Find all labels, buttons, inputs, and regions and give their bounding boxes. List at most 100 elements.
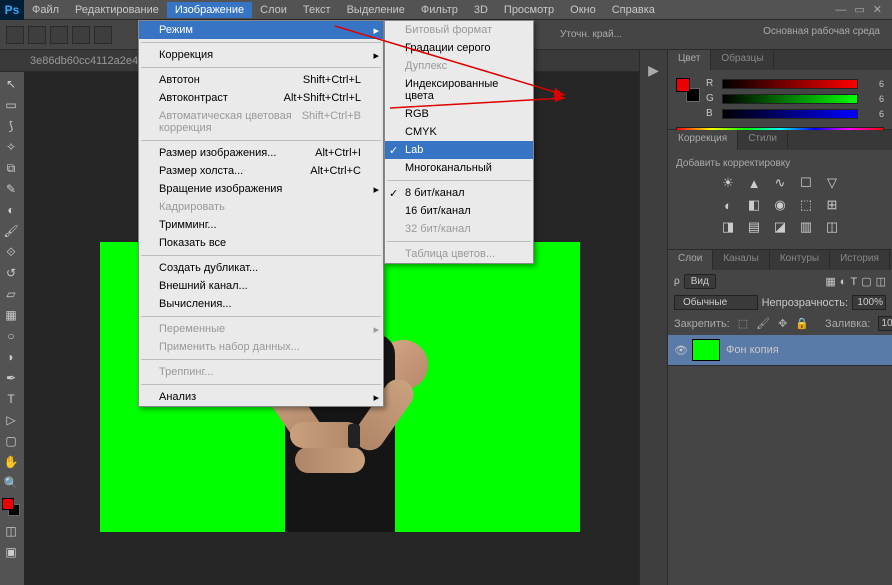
gradient-tool-icon[interactable]: ▦ bbox=[0, 305, 22, 325]
menuitem[interactable]: Тримминг... bbox=[139, 216, 383, 234]
history-brush-icon[interactable]: ↺ bbox=[0, 263, 22, 283]
tab-channels[interactable]: Каналы bbox=[713, 250, 770, 270]
dodge-tool-icon[interactable]: ◗ bbox=[0, 347, 22, 367]
menuitem[interactable]: 8 бит/канал✓ bbox=[385, 184, 533, 202]
marquee-icon[interactable] bbox=[6, 26, 24, 44]
menu-слои[interactable]: Слои bbox=[252, 2, 295, 18]
threshold-icon[interactable]: ◪ bbox=[772, 219, 788, 235]
blend-mode-dropdown[interactable]: Обычные bbox=[674, 295, 758, 310]
menu-изображение[interactable]: Изображение bbox=[167, 2, 252, 18]
tab-color[interactable]: Цвет bbox=[668, 50, 711, 70]
zoom-tool-icon[interactable]: 🔍 bbox=[0, 473, 22, 493]
r-value[interactable]: 6 bbox=[864, 79, 884, 89]
opt-btn[interactable] bbox=[50, 26, 68, 44]
menuitem[interactable]: Lab✓ bbox=[385, 141, 533, 159]
menu-файл[interactable]: Файл bbox=[24, 2, 67, 18]
filter-smart-icon[interactable]: ◫ bbox=[876, 275, 886, 288]
selective-icon[interactable]: ◫ bbox=[824, 219, 840, 235]
menuitem[interactable]: АвтоконтрастAlt+Shift+Ctrl+L bbox=[139, 89, 383, 107]
move-tool-icon[interactable]: ↖ bbox=[0, 74, 22, 94]
menuitem[interactable]: Градации серого bbox=[385, 39, 533, 57]
invert-icon[interactable]: ◨ bbox=[720, 219, 736, 235]
menu-выделение[interactable]: Выделение bbox=[339, 2, 413, 18]
menuitem[interactable]: Анализ▸ bbox=[139, 388, 383, 406]
menuitem[interactable]: Вращение изображения▸ bbox=[139, 180, 383, 198]
poster-icon[interactable]: ▤ bbox=[746, 219, 762, 235]
menuitem[interactable]: Режим▸ bbox=[139, 21, 383, 39]
window-controls[interactable]: — ▭ ✕ bbox=[835, 3, 892, 16]
menuitem[interactable]: Показать все bbox=[139, 234, 383, 252]
menuitem[interactable]: Внешний канал... bbox=[139, 277, 383, 295]
screenmode-icon[interactable]: ▣ bbox=[0, 542, 22, 562]
menuitem[interactable]: Многоканальный bbox=[385, 159, 533, 177]
menu-просмотр[interactable]: Просмотр bbox=[496, 2, 562, 18]
layer-kind-dropdown[interactable]: Вид bbox=[684, 274, 716, 289]
eyedropper-tool-icon[interactable]: ✎ bbox=[0, 179, 22, 199]
brush-tool-icon[interactable]: 🖌 bbox=[0, 221, 22, 241]
color-swatch[interactable] bbox=[2, 498, 20, 516]
refine-edge-button[interactable]: Уточн. край... bbox=[560, 29, 622, 40]
blur-tool-icon[interactable]: ○ bbox=[0, 326, 22, 346]
b-value[interactable]: 6 bbox=[864, 109, 884, 119]
wand-tool-icon[interactable]: ✧ bbox=[0, 137, 22, 157]
menu-фильтр[interactable]: Фильтр bbox=[413, 2, 466, 18]
crop-tool-icon[interactable]: ⧉ bbox=[0, 158, 22, 178]
lock-all-icon[interactable]: 🔒 bbox=[795, 317, 809, 330]
filter-type-icon[interactable]: T bbox=[850, 276, 857, 288]
workspace-label[interactable]: Основная рабочая среда bbox=[763, 26, 880, 37]
gradient-map-icon[interactable]: ▥ bbox=[798, 219, 814, 235]
tab-layers[interactable]: Слои bbox=[668, 250, 713, 270]
menuitem[interactable]: 16 бит/канал bbox=[385, 202, 533, 220]
tab-paths[interactable]: Контуры bbox=[770, 250, 830, 270]
tab-history[interactable]: История bbox=[830, 250, 890, 270]
menuitem[interactable]: Коррекция▸ bbox=[139, 46, 383, 64]
mixer-icon[interactable]: ⬚ bbox=[798, 197, 814, 213]
opt-btn[interactable] bbox=[72, 26, 90, 44]
menuitem[interactable]: CMYK bbox=[385, 123, 533, 141]
menuitem[interactable]: Размер изображения...Alt+Ctrl+I bbox=[139, 144, 383, 162]
mode-submenu-dropdown[interactable]: Битовый форматГрадации серогоДуплексИнде… bbox=[384, 20, 534, 264]
pen-tool-icon[interactable]: ✒ bbox=[0, 368, 22, 388]
fg-color-icon[interactable] bbox=[676, 78, 690, 92]
menu-редактирование[interactable]: Редактирование bbox=[67, 2, 167, 18]
lock-transp-icon[interactable]: ⬚ bbox=[738, 317, 748, 330]
tab-styles[interactable]: Стили bbox=[738, 130, 788, 150]
type-tool-icon[interactable]: T bbox=[0, 389, 22, 409]
lasso-tool-icon[interactable]: ⟆ bbox=[0, 116, 22, 136]
quickmask-icon[interactable]: ◫ bbox=[0, 521, 22, 541]
b-slider[interactable] bbox=[722, 109, 858, 119]
hue-icon[interactable]: ◐ bbox=[720, 197, 736, 213]
menuitem[interactable]: Вычисления... bbox=[139, 295, 383, 313]
stamp-tool-icon[interactable]: ⟐ bbox=[0, 242, 22, 262]
menuitem[interactable]: Размер холста...Alt+Ctrl+C bbox=[139, 162, 383, 180]
layer-row[interactable]: 👁 Фон копия bbox=[668, 335, 892, 365]
curves-icon[interactable]: ∿ bbox=[772, 175, 788, 191]
menu-справка[interactable]: Справка bbox=[604, 2, 663, 18]
menuitem[interactable]: АвтотонShift+Ctrl+L bbox=[139, 71, 383, 89]
eye-icon[interactable]: 👁 bbox=[674, 344, 686, 356]
photo-filter-icon[interactable]: ◉ bbox=[772, 197, 788, 213]
fill-input[interactable]: 100% bbox=[878, 316, 892, 331]
menu-текст[interactable]: Текст bbox=[295, 2, 339, 18]
opt-btn[interactable] bbox=[28, 26, 46, 44]
healing-tool-icon[interactable]: ◐ bbox=[0, 200, 22, 220]
close-icon[interactable]: ✕ bbox=[873, 3, 882, 16]
tab-swatches[interactable]: Образцы bbox=[711, 50, 774, 70]
g-slider[interactable] bbox=[722, 94, 858, 104]
menu-3d[interactable]: 3D bbox=[466, 2, 496, 18]
tab-adjustments[interactable]: Коррекция bbox=[668, 130, 738, 150]
image-menu-dropdown[interactable]: Режим▸ Коррекция▸ АвтотонShift+Ctrl+LАвток… bbox=[138, 20, 384, 407]
hand-tool-icon[interactable]: ✋ bbox=[0, 452, 22, 472]
menuitem[interactable]: Индексированные цвета bbox=[385, 75, 533, 105]
r-slider[interactable] bbox=[722, 79, 858, 89]
brightness-icon[interactable]: ☀ bbox=[720, 175, 736, 191]
menu-окно[interactable]: Окно bbox=[562, 2, 604, 18]
menuitem[interactable]: Создать дубликат... bbox=[139, 259, 383, 277]
layer-name[interactable]: Фон копия bbox=[726, 344, 779, 356]
exposure-icon[interactable]: ☐ bbox=[798, 175, 814, 191]
path-tool-icon[interactable]: ▷ bbox=[0, 410, 22, 430]
lock-pos-icon[interactable]: ✥ bbox=[778, 317, 787, 330]
filter-shape-icon[interactable]: ▢ bbox=[861, 275, 871, 288]
filter-adj-icon[interactable]: ◐ bbox=[840, 276, 847, 288]
play-icon[interactable]: ▶ bbox=[648, 62, 659, 79]
